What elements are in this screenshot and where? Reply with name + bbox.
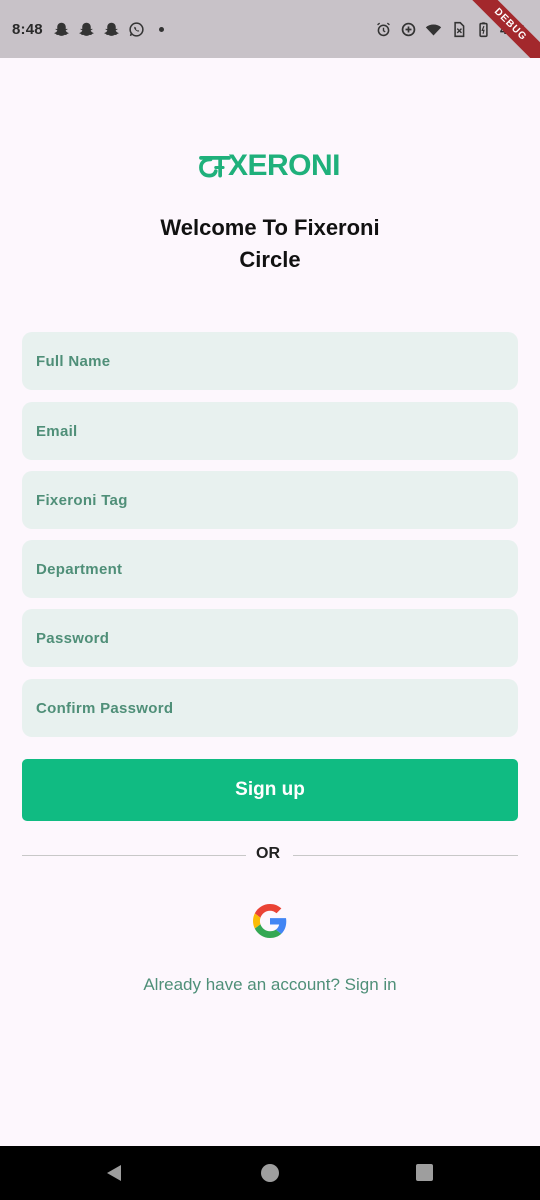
email-field[interactable] bbox=[22, 402, 518, 460]
password-field[interactable] bbox=[22, 609, 518, 667]
confirm-password-field[interactable] bbox=[22, 679, 518, 737]
snapchat-icon bbox=[78, 21, 95, 38]
alarm-icon bbox=[375, 21, 392, 38]
signup-button[interactable]: Sign up bbox=[22, 759, 518, 821]
confirm-password-input[interactable] bbox=[36, 679, 518, 737]
recent-apps-icon[interactable] bbox=[416, 1164, 433, 1181]
logo-text: XERONI bbox=[227, 149, 341, 182]
fixeroni-tag-input[interactable] bbox=[36, 471, 518, 529]
divider-left bbox=[22, 855, 246, 856]
dot-icon bbox=[158, 26, 164, 32]
battery-icon bbox=[475, 21, 492, 38]
status-bar: 8:48 49% DEBUG bbox=[0, 0, 540, 58]
welcome-title: Welcome To Fixeroni Circle bbox=[100, 212, 440, 276]
google-icon bbox=[253, 904, 287, 938]
home-icon[interactable] bbox=[261, 1164, 279, 1182]
app-logo: XERONI bbox=[198, 146, 341, 186]
full-name-input[interactable] bbox=[36, 332, 518, 390]
full-name-field[interactable] bbox=[22, 332, 518, 390]
nav-bar bbox=[0, 1146, 540, 1200]
back-icon[interactable] bbox=[104, 1163, 124, 1183]
status-time: 8:48 bbox=[12, 20, 43, 38]
wifi-icon bbox=[425, 21, 442, 38]
department-field[interactable] bbox=[22, 540, 518, 598]
password-input[interactable] bbox=[36, 609, 518, 667]
fixeroni-tag-field[interactable] bbox=[22, 471, 518, 529]
google-signin-button[interactable] bbox=[251, 902, 289, 940]
snapchat-icon bbox=[103, 21, 120, 38]
snapchat-icon bbox=[53, 21, 70, 38]
status-left: 8:48 bbox=[12, 21, 164, 38]
divider-right bbox=[293, 855, 518, 856]
welcome-line-2: Circle bbox=[239, 247, 301, 272]
no-sim-icon bbox=[450, 21, 467, 38]
or-label: OR bbox=[256, 845, 280, 862]
email-input[interactable] bbox=[36, 402, 518, 460]
department-input[interactable] bbox=[36, 540, 518, 598]
fixeroni-logo-icon bbox=[199, 156, 231, 178]
signin-link[interactable]: Already have an account? Sign in bbox=[40, 975, 500, 995]
data-saver-icon bbox=[400, 21, 417, 38]
welcome-line-1: Welcome To Fixeroni bbox=[160, 215, 380, 240]
whatsapp-icon bbox=[128, 21, 145, 38]
